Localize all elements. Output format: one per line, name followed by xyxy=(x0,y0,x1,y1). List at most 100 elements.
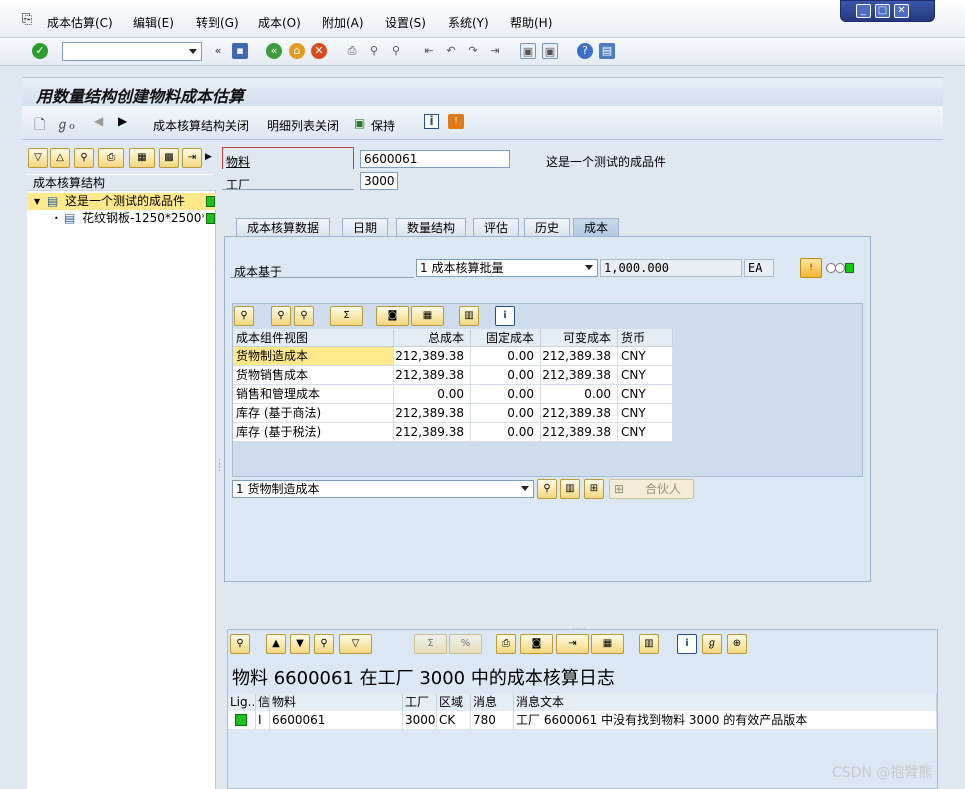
cost-component-view-select[interactable]: 1 货物制造成本 xyxy=(232,480,534,498)
print-icon[interactable]: ⎙ xyxy=(98,148,124,168)
find-icon[interactable]: ⚲ xyxy=(74,148,94,168)
layout-icon[interactable]: ▦ xyxy=(591,634,624,654)
graphic-icon[interactable]: ▥ xyxy=(459,306,479,326)
back-icon[interactable]: « xyxy=(266,43,282,59)
menu-icon[interactable]: ⎘ xyxy=(22,12,32,27)
grid-header-component[interactable]: 成本组件视图 xyxy=(233,329,394,347)
log-header-type[interactable]: 信 xyxy=(256,694,270,711)
log-icon[interactable]: ! xyxy=(448,114,464,129)
hierarchy-icon[interactable]: ⊞ xyxy=(584,479,604,499)
find-icon[interactable]: ⚲ xyxy=(271,306,291,326)
more-icon[interactable]: ▶ xyxy=(205,152,212,162)
tab-costs[interactable]: 成本 xyxy=(573,218,620,237)
filter-icon[interactable]: ▽ xyxy=(339,634,372,654)
grid-cell[interactable]: 0.00 xyxy=(541,385,618,404)
log-cell[interactable] xyxy=(228,711,256,729)
log-cell[interactable]: I xyxy=(256,711,270,729)
columns-icon[interactable]: ▦ xyxy=(129,148,155,168)
help-icon[interactable]: ? xyxy=(577,43,593,59)
log-cell[interactable]: 6600061 xyxy=(270,711,403,729)
grid-cell[interactable]: 销售和管理成本 xyxy=(233,385,394,404)
grid-header-fixed[interactable]: 固定成本 xyxy=(471,329,541,347)
collapse-all-icon[interactable]: △ xyxy=(50,148,70,168)
next-icon[interactable]: ▶ xyxy=(118,114,127,128)
log-cell[interactable]: 780 xyxy=(471,711,514,729)
log-header-plant[interactable]: 工厂 xyxy=(403,694,437,711)
grid-cell[interactable]: 货物制造成本 xyxy=(233,347,394,366)
grid-cell[interactable]: 212,389.38 xyxy=(541,404,618,423)
splitter-handle[interactable]: ⋮ ⋮ xyxy=(215,460,224,473)
grid-cell[interactable]: 库存 (基于商法) xyxy=(233,404,394,423)
details-icon[interactable]: ⚲ xyxy=(537,479,557,499)
calculator-icon[interactable]: ▩ xyxy=(159,148,179,168)
grid-cell[interactable]: 212,389.38 xyxy=(541,423,618,442)
minimize-icon[interactable]: _ xyxy=(856,4,871,18)
log-header-material[interactable]: 物料 xyxy=(270,694,403,711)
grid-cell[interactable]: CNY xyxy=(618,404,673,423)
new-session-icon[interactable]: ▣ xyxy=(520,43,536,59)
maximize-icon[interactable]: □ xyxy=(875,4,890,18)
find-next-icon[interactable]: ⚲ xyxy=(388,43,404,59)
tab-history[interactable]: 历史 xyxy=(524,218,571,237)
log-header-message[interactable]: 消息 xyxy=(471,694,514,711)
command-field[interactable] xyxy=(62,42,202,61)
info-icon[interactable]: i xyxy=(677,634,697,654)
save-icon[interactable]: ▪ xyxy=(232,43,248,59)
print-icon[interactable]: ⎙ xyxy=(344,43,360,59)
enter-check-icon[interactable]: ✓ xyxy=(32,43,48,59)
exit-icon[interactable]: ⌂ xyxy=(289,43,305,59)
last-page-icon[interactable]: ⇥ xyxy=(487,43,503,59)
info-icon[interactable]: i xyxy=(424,114,439,129)
menu-extras[interactable]: 附加(A) xyxy=(322,14,364,31)
find-icon[interactable]: ⚲ xyxy=(366,43,382,59)
menu-settings[interactable]: 设置(S) xyxy=(385,14,426,31)
tree-node-child[interactable]: • ▤ 花纹钢板-1250*2500* xyxy=(27,210,216,227)
layout-icon[interactable]: ▤ xyxy=(599,43,615,59)
export-icon[interactable]: ⇥ xyxy=(556,634,589,654)
grid-cell[interactable]: CNY xyxy=(618,423,673,442)
hold-button[interactable]: 保持 xyxy=(371,117,395,134)
tab-costing-data[interactable]: 成本核算数据 xyxy=(236,218,331,237)
table-icon[interactable]: ▥ xyxy=(560,479,580,499)
grid-cell[interactable]: 货物销售成本 xyxy=(233,366,394,385)
prev-page-icon[interactable]: ↶ xyxy=(443,43,459,59)
grid-cell[interactable]: 212,389.38 xyxy=(394,404,471,423)
detail-list-close-button[interactable]: 明细列表关闭 xyxy=(267,117,339,134)
plant-input[interactable]: 3000 xyxy=(360,172,398,190)
expand-icon[interactable]: ▼ xyxy=(34,193,40,210)
export-icon[interactable]: ⇥ xyxy=(182,148,202,168)
first-page-icon[interactable]: ⇤ xyxy=(421,43,437,59)
sort-asc-icon[interactable]: ▲ xyxy=(266,634,286,654)
graphic-icon[interactable]: ▥ xyxy=(639,634,659,654)
layout-icon[interactable]: ▦ xyxy=(411,306,444,326)
log-icon[interactable]: ! xyxy=(800,258,822,278)
tab-quantity-structure[interactable]: 数量结构 xyxy=(396,218,467,237)
log-cell[interactable]: CK xyxy=(437,711,471,729)
previous-icon[interactable]: ◀ xyxy=(94,114,103,128)
grid-cell[interactable]: 0.00 xyxy=(471,385,541,404)
next-page-icon[interactable]: ↷ xyxy=(465,43,481,59)
costing-structure-close-button[interactable]: 成本核算结构关闭 xyxy=(153,117,249,134)
sum-icon[interactable]: Σ xyxy=(330,306,363,326)
view-icon[interactable]: ◙ xyxy=(520,634,553,654)
menu-goto[interactable]: 转到(G) xyxy=(196,14,239,31)
grid-cell[interactable]: 0.00 xyxy=(471,347,541,366)
material-input[interactable]: 6600061 xyxy=(360,150,510,168)
tree-node-root[interactable]: ▼ ▤ 这是一个测试的成品件 xyxy=(27,193,216,210)
grid-cell[interactable]: 212,389.38 xyxy=(541,366,618,385)
log-header-area[interactable]: 区域 xyxy=(437,694,471,711)
expand-all-icon[interactable]: ▽ xyxy=(28,148,48,168)
find-next-icon[interactable]: ⚲ xyxy=(294,306,314,326)
grid-cell[interactable]: 212,389.38 xyxy=(394,366,471,385)
menu-help[interactable]: 帮助(H) xyxy=(510,14,552,31)
cost-basis-select[interactable]: 1 成本核算批量 xyxy=(416,259,598,277)
grid-cell[interactable]: 库存 (基于税法) xyxy=(233,423,394,442)
find-icon[interactable]: ⚲ xyxy=(314,634,334,654)
log-cell[interactable]: 工厂 6600061 中没有找到物料 3000 的有效产品版本 xyxy=(514,711,937,729)
grid-cell[interactable]: CNY xyxy=(618,366,673,385)
grid-cell[interactable]: 0.00 xyxy=(471,423,541,442)
grid-cell[interactable]: 212,389.38 xyxy=(394,423,471,442)
info-icon[interactable]: i xyxy=(495,306,515,326)
print-icon[interactable]: ⎙ xyxy=(496,634,516,654)
partner-button[interactable]: ⊞ 合伙人 xyxy=(609,479,694,499)
